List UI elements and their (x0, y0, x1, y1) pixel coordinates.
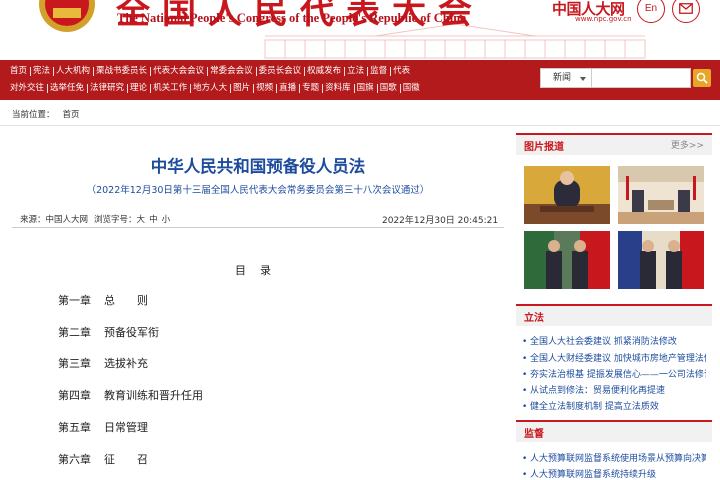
toc-item: 第一章总 则 (58, 294, 148, 307)
nav-item-legislation[interactable]: 立法 (344, 63, 367, 80)
nav-item-national-emblem[interactable]: 国徽 (399, 80, 423, 97)
chevron-down-icon (580, 77, 586, 81)
photo-thumbnail[interactable] (524, 231, 610, 289)
font-size-small-button[interactable]: 小 (162, 215, 171, 225)
site-header: 全国人民代表大会 The National People's Congress … (0, 0, 720, 60)
breadcrumb-label: 当前位置： (12, 110, 55, 120)
list-item[interactable]: • 全国人大社会委建议 抓紧消防法修改 (522, 334, 706, 347)
nav-item-congress-sessions[interactable]: 代表大会会议 (150, 63, 207, 80)
source-label: 来源： (20, 215, 46, 225)
toc-item: 第六章征 召 (58, 453, 148, 466)
search-category-select[interactable]: 新闻 (540, 68, 592, 88)
font-size-label: 浏览字号： (94, 215, 137, 225)
font-size-large-button[interactable]: 大 (137, 215, 146, 225)
nav-row-2: 对外交往 选举任免 法律研究 理论 机关工作 地方人大 图片 视频 直播 专题 资料库 国旗 国歌 国徽 (8, 80, 543, 97)
article-title: 中华人民共和国预备役人员法 (150, 157, 366, 176)
nav-item-topics[interactable]: 专题 (299, 80, 322, 97)
nav-item-local-congress[interactable]: 地方人大 (190, 80, 230, 97)
nav-row-1: 首页 宪法 人大机构 栗战书委员长 代表大会会议 常委会会议 委员长会议 权威发布 立法 监督 代表 (8, 63, 543, 80)
legislation-panel-title: 立法 (524, 313, 544, 324)
main-nav: 首页 宪法 人大机构 栗战书委员长 代表大会会议 常委会会议 委员长会议 权威发布 立法 监督 代表… (0, 60, 720, 100)
nav-item-supervision[interactable]: 监督 (367, 63, 390, 80)
breadcrumb: 当前位置： 首页 (12, 108, 80, 120)
search-input[interactable] (592, 68, 691, 88)
toc-item: 第五章 日常管理 (58, 421, 148, 434)
list-item[interactable]: • 健全立法制度机制 提高立法质效 (522, 399, 706, 412)
photo-thumbnail[interactable] (618, 166, 704, 224)
supervision-panel-header: 监督 (516, 420, 712, 442)
nav-item-chairmen-meetings[interactable]: 委员长会议 (255, 63, 305, 80)
nav-item-national-flag[interactable]: 国旗 (353, 80, 377, 97)
toc-item: 第三章 选拔补充 (58, 357, 148, 370)
nav-item-deputies[interactable]: 代表 (390, 63, 413, 80)
toc-item: 第二章 预备役军衔 (58, 326, 159, 339)
photo-panel-title: 图片报道 (524, 142, 564, 153)
list-item[interactable]: • 从试点到修法：贸易便利化再提速 (522, 383, 706, 396)
search-box: 新闻 (540, 68, 714, 88)
nav-links: 首页 宪法 人大机构 栗战书委员长 代表大会会议 常委会会议 委员长会议 权威发布 立法 监督 代表… (8, 63, 543, 97)
search-category-value: 新闻 (553, 73, 572, 83)
photo-thumbnail[interactable] (524, 166, 610, 224)
nav-item-videos[interactable]: 视频 (253, 80, 276, 97)
nav-item-theory[interactable]: 理论 (127, 80, 150, 97)
nav-item-npc-organs[interactable]: 人大机构 (53, 63, 93, 80)
nav-item-national-anthem[interactable]: 国歌 (376, 80, 400, 97)
breadcrumb-home-link[interactable]: 首页 (63, 110, 80, 120)
nav-item-photos[interactable]: 图片 (230, 80, 253, 97)
mail-icon (679, 3, 693, 14)
toc-heading: 目录 (235, 264, 285, 277)
article-meta: 来源：中国人大网 浏览字号：大中小 (20, 213, 174, 225)
nav-item-standing-committee[interactable]: 常委会会议 (207, 63, 256, 80)
search-icon (696, 72, 708, 84)
nav-item-constitution[interactable]: 宪法 (30, 63, 53, 80)
national-emblem-icon (39, 0, 95, 32)
search-button[interactable] (693, 69, 711, 87)
npc-logo-url: www.npc.gov.cn (575, 15, 632, 23)
article-subtitle: （2022年12月30日第十三届全国人民代表大会常务委员会第三十八次会议通过） (86, 185, 430, 196)
nav-item-chairman[interactable]: 栗战书委员长 (93, 63, 150, 80)
list-item[interactable]: • 全国人大财经委建议 加快城市房地产管理法修改 (522, 351, 706, 364)
divider (0, 125, 720, 126)
font-size-medium-button[interactable]: 中 (149, 215, 158, 225)
nav-item-releases[interactable]: 权威发布 (304, 63, 344, 80)
photo-more-link[interactable]: 更多>> (671, 138, 704, 151)
source-value: 中国人大网 (45, 215, 89, 225)
nav-item-legal-research[interactable]: 法律研究 (87, 80, 127, 97)
nav-item-office-work[interactable]: 机关工作 (150, 80, 190, 97)
publish-datetime: 2022年12月30日 20:45:21 (382, 216, 499, 226)
list-item[interactable]: •人大预算联网监督系统使用场景从预算向决算拓展 (522, 451, 706, 464)
list-item[interactable]: • 夯实法治根基 提振发展信心——一公司法修订 (522, 367, 706, 380)
nav-item-database[interactable]: 资料库 (322, 80, 354, 97)
nav-item-live[interactable]: 直播 (276, 80, 299, 97)
meta-divider (12, 227, 504, 228)
site-title-en: The National People's Congress of the Pe… (117, 11, 467, 25)
list-item[interactable]: • 人大预算联网监督系统持续升级 (522, 467, 706, 480)
toc-item: 第四章 教育训练和晋升任用 (58, 389, 203, 402)
nav-item-home[interactable]: 首页 (8, 63, 30, 80)
legislation-panel-header: 立法 (516, 304, 712, 326)
photo-thumbnail[interactable] (618, 231, 704, 289)
nav-item-foreign-affairs[interactable]: 对外交往 (8, 80, 47, 97)
photo-panel-header: 图片报道 更多>> (516, 133, 712, 155)
nav-item-elections[interactable]: 选举任免 (47, 80, 87, 97)
supervision-panel-title: 监督 (524, 429, 544, 440)
